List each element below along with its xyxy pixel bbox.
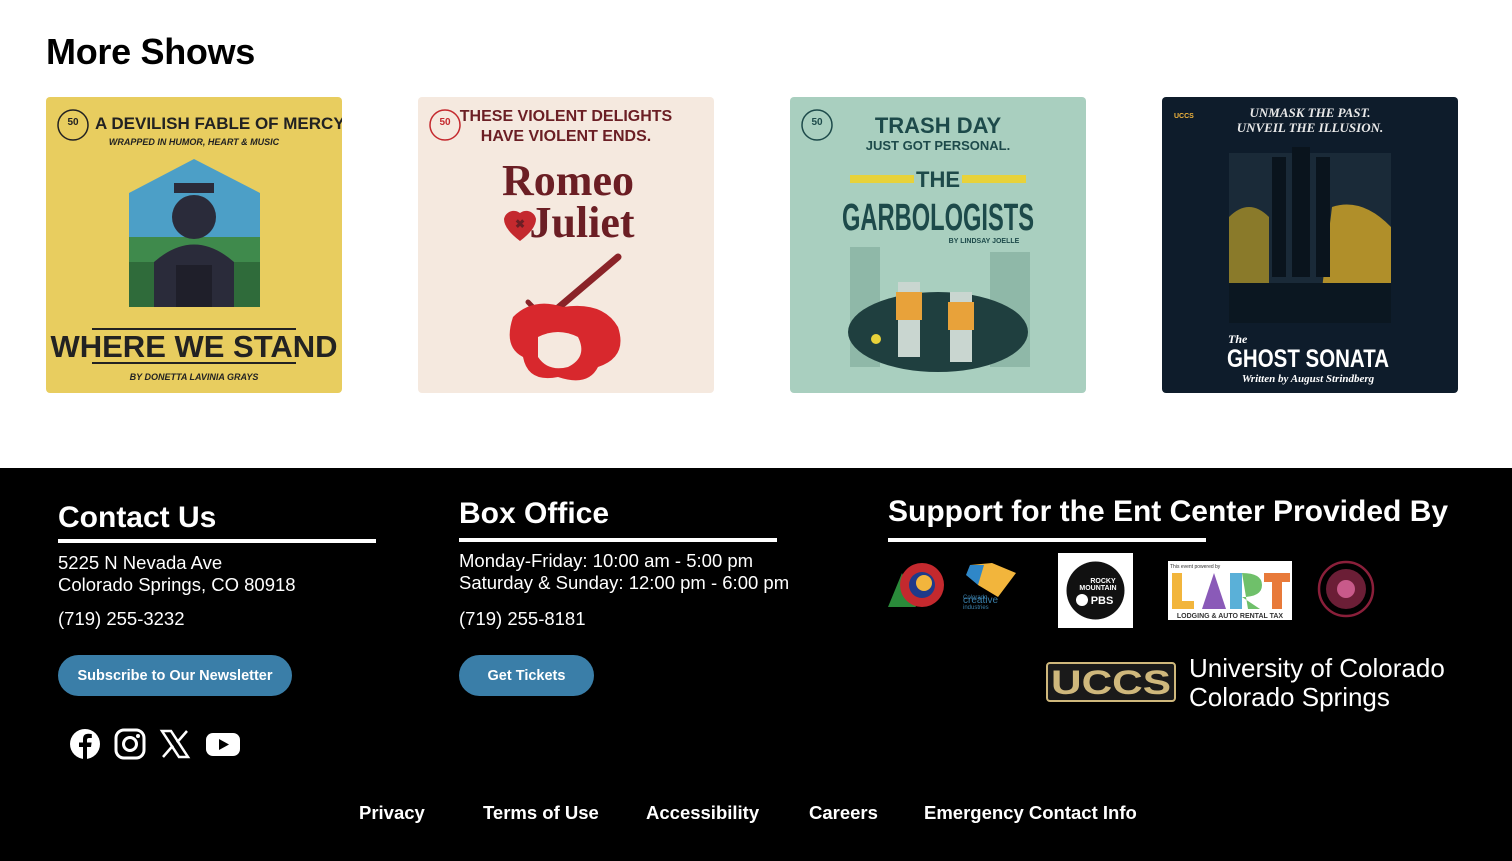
box-office-underline xyxy=(459,538,777,542)
lart-logo[interactable]: This event powered by LODGING & AUTO REN… xyxy=(1168,561,1292,620)
uccs-logo[interactable]: UCCS University of Colorado Colorado Spr… xyxy=(1046,653,1456,713)
seal-logo[interactable] xyxy=(1316,559,1376,619)
box-office-hours-weekday: Monday-Friday: 10:00 am - 5:00 pm xyxy=(459,550,754,571)
svg-text:JUST GOT PERSONAL.: JUST GOT PERSONAL. xyxy=(866,138,1010,153)
box-office-hours-weekend: Saturday & Sunday: 12:00 pm - 6:00 pm xyxy=(459,572,790,593)
svg-text:50: 50 xyxy=(439,117,451,128)
svg-text:WRAPPED IN HUMOR, HEART & MUSI: WRAPPED IN HUMOR, HEART & MUSIC xyxy=(109,137,280,147)
svg-text:MOUNTAIN: MOUNTAIN xyxy=(1079,585,1116,592)
show-card-romeo-juliet[interactable]: 50 THESE VIOLENT DELIGHTS HAVE VIOLENT E… xyxy=(418,97,714,393)
svg-text:PBS: PBS xyxy=(1091,595,1114,607)
svg-text:GARBOLOGISTS: GARBOLOGISTS xyxy=(842,197,1034,239)
svg-text:industries: industries xyxy=(963,605,989,611)
colorado-creative-industries-logo[interactable]: Colorado creative industries xyxy=(888,561,1018,611)
footer-link-emergency-contact-info[interactable]: Emergency Contact Info xyxy=(924,802,1137,824)
svg-text:BY LINDSAY JOELLE: BY LINDSAY JOELLE xyxy=(949,238,1020,245)
box-office-phone[interactable]: (719) 255-8181 xyxy=(459,608,586,630)
contact-phone[interactable]: (719) 255-3232 xyxy=(58,608,185,630)
subscribe-newsletter-button[interactable]: Subscribe to Our Newsletter xyxy=(58,655,292,696)
get-tickets-button[interactable]: Get Tickets xyxy=(459,655,594,696)
show-card-garbologists[interactable]: 50 TRASH DAY JUST GOT PERSONAL. THE GARB… xyxy=(790,97,1086,393)
instagram-icon[interactable] xyxy=(113,727,147,761)
svg-text:This event powered by: This event powered by xyxy=(1170,564,1221,570)
support-underline xyxy=(888,538,1206,542)
svg-text:University of Colorado: University of Colorado xyxy=(1189,653,1445,683)
facebook-icon[interactable] xyxy=(68,727,102,761)
svg-text:The: The xyxy=(1228,332,1248,346)
x-icon[interactable] xyxy=(158,727,192,761)
footer-link-careers[interactable]: Careers xyxy=(809,802,878,824)
show-card-where-we-stand[interactable]: 50 A DEVILISH FABLE OF MERCY WRAPPED IN … xyxy=(46,97,342,393)
svg-text:WHERE WE STAND: WHERE WE STAND xyxy=(50,329,337,364)
support-title: Support for the Ent Center Provided By xyxy=(888,495,1449,528)
footer-link-privacy[interactable]: Privacy xyxy=(359,802,425,824)
svg-text:✖: ✖ xyxy=(515,217,525,231)
rocky-mountain-pbs-logo[interactable]: ROCKY MOUNTAIN PBS xyxy=(1058,553,1133,628)
svg-text:A DEVILISH FABLE OF MERCY: A DEVILISH FABLE OF MERCY xyxy=(95,114,342,133)
svg-text:Juliet: Juliet xyxy=(529,198,634,247)
svg-text:BY DONETTA LAVINIA GRAYS: BY DONETTA LAVINIA GRAYS xyxy=(130,372,259,382)
site-footer: Contact Us 5225 N Nevada Ave Colorado Sp… xyxy=(0,468,1512,861)
svg-text:LODGING & AUTO RENTAL TAX: LODGING & AUTO RENTAL TAX xyxy=(1177,613,1283,620)
contact-address-line-2: Colorado Springs, CO 80918 xyxy=(58,574,296,595)
svg-text:GHOST SONATA: GHOST SONATA xyxy=(1227,345,1389,373)
svg-text:UNVEIL THE ILLUSION.: UNVEIL THE ILLUSION. xyxy=(1237,120,1384,135)
ghost-sonata-poster: UCCS UNMASK THE PAST. UNVEIL THE ILLUSIO… xyxy=(1162,97,1458,393)
more-shows-title: More Shows xyxy=(46,31,256,72)
svg-text:THE: THE xyxy=(916,167,960,192)
garbologists-poster: 50 TRASH DAY JUST GOT PERSONAL. THE GARB… xyxy=(790,97,1086,393)
footer-link-terms-of-use[interactable]: Terms of Use xyxy=(483,802,599,824)
svg-text:Written by August Strindberg: Written by August Strindberg xyxy=(1242,373,1375,385)
where-we-stand-poster: 50 A DEVILISH FABLE OF MERCY WRAPPED IN … xyxy=(46,97,342,393)
contact-us-title: Contact Us xyxy=(58,501,217,534)
svg-text:THESE VIOLENT DELIGHTS: THESE VIOLENT DELIGHTS xyxy=(460,108,673,125)
contact-underline xyxy=(58,539,376,543)
svg-text:ROCKY: ROCKY xyxy=(1090,578,1116,585)
svg-text:UCCS: UCCS xyxy=(1174,113,1194,120)
svg-text:HAVE VIOLENT ENDS.: HAVE VIOLENT ENDS. xyxy=(481,128,651,145)
svg-text:TRASH DAY: TRASH DAY xyxy=(875,113,1002,138)
box-office-title: Box Office xyxy=(459,497,610,530)
svg-text:Colorado Springs: Colorado Springs xyxy=(1189,682,1390,712)
romeo-juliet-poster: 50 THESE VIOLENT DELIGHTS HAVE VIOLENT E… xyxy=(418,97,714,393)
svg-text:50: 50 xyxy=(67,117,79,128)
svg-text:50: 50 xyxy=(811,117,823,128)
svg-text:UCCS: UCCS xyxy=(1051,664,1171,702)
contact-address-line-1: 5225 N Nevada Ave xyxy=(58,552,223,573)
show-card-ghost-sonata[interactable]: UCCS UNMASK THE PAST. UNVEIL THE ILLUSIO… xyxy=(1162,97,1458,393)
footer-link-accessibility[interactable]: Accessibility xyxy=(646,802,759,824)
svg-text:UNMASK THE PAST.: UNMASK THE PAST. xyxy=(1249,105,1370,120)
youtube-icon[interactable] xyxy=(205,727,241,761)
